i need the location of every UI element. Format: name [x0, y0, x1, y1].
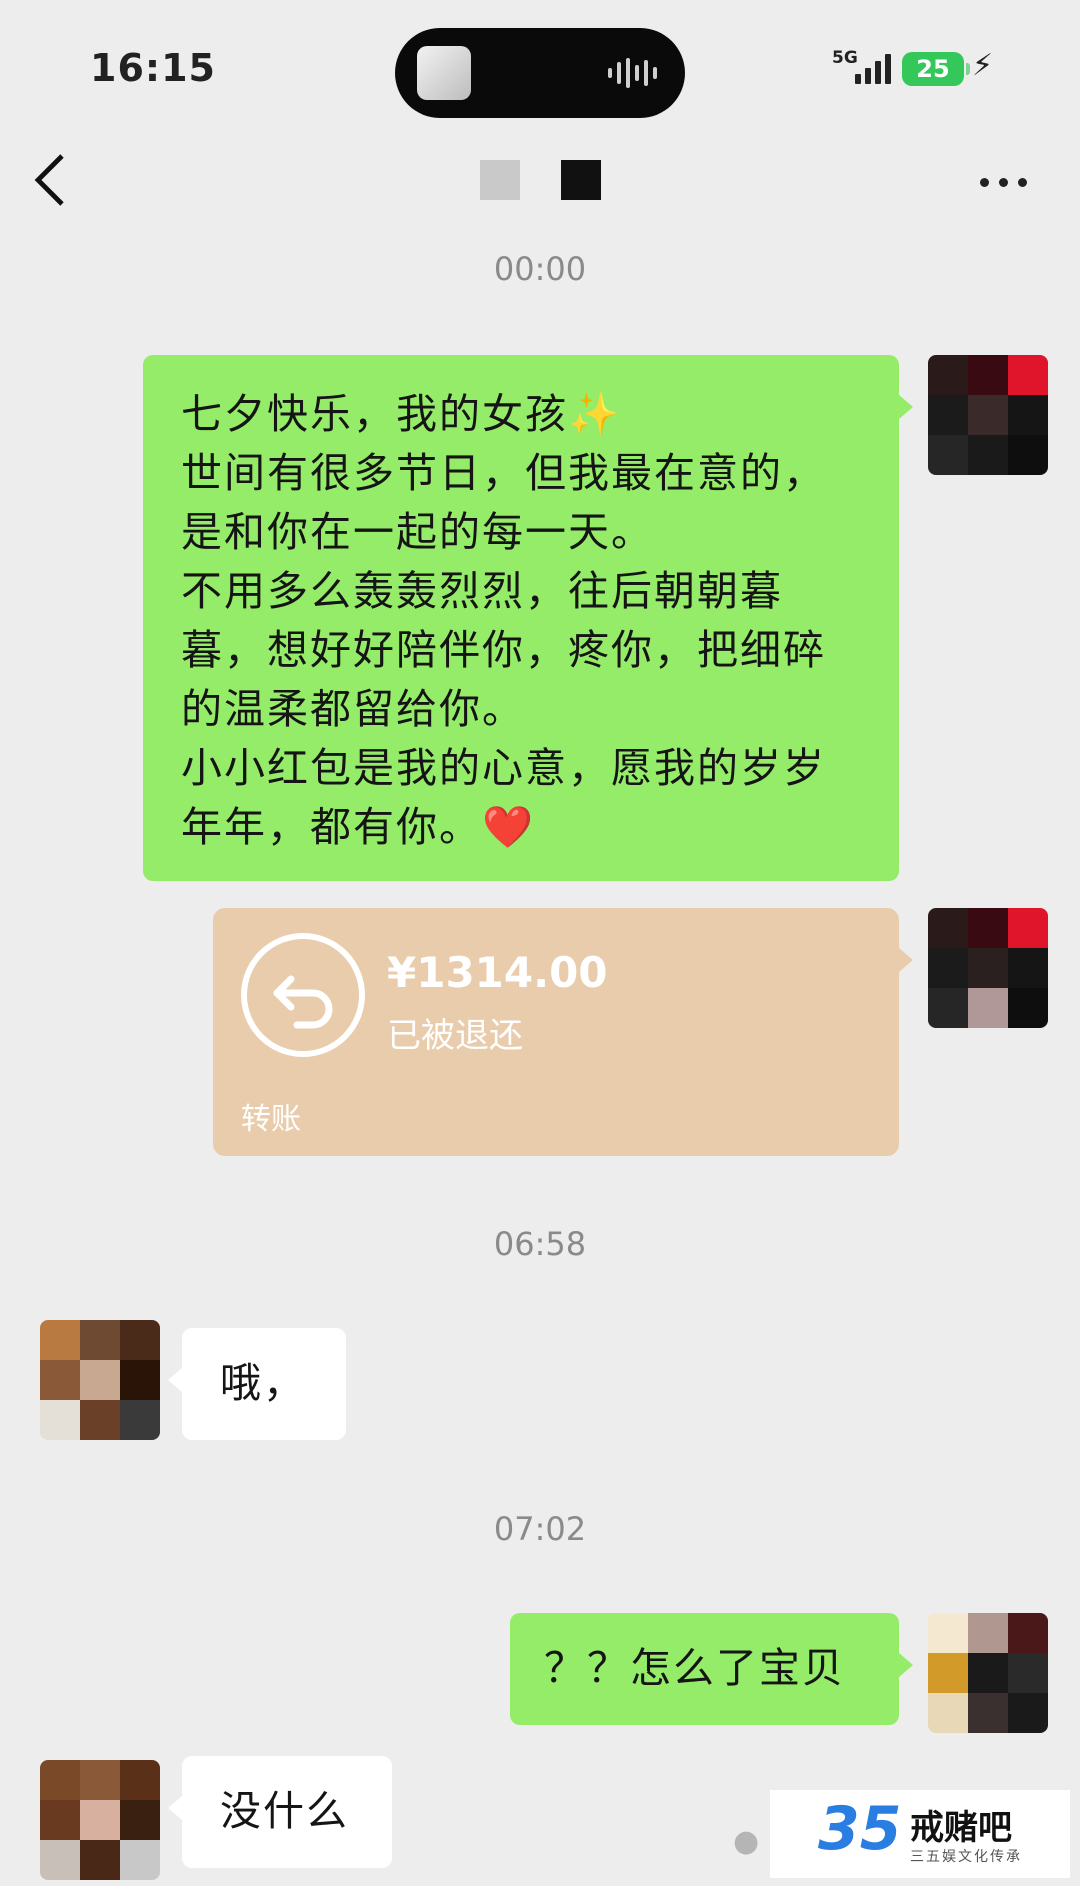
message-timestamp: 06:58 — [493, 1225, 587, 1263]
network-type: 5G — [832, 48, 858, 68]
sent-message-bubble[interactable]: ？？怎么了宝贝 — [510, 1613, 913, 1725]
transfer-card[interactable]: ¥1314.00 已被退还 转账 — [213, 908, 913, 1156]
watermark-subtitle: 三五娱文化传承 — [910, 1849, 1022, 1865]
more-button[interactable] — [980, 170, 1040, 194]
contact-avatar[interactable] — [40, 1320, 160, 1440]
battery-level: 25 — [902, 52, 964, 86]
audio-wave-icon — [608, 58, 657, 88]
refund-arrow-icon — [241, 933, 365, 1057]
received-message-bubble[interactable]: 没什么 — [168, 1756, 392, 1868]
transfer-label: 转账 — [241, 1102, 301, 1137]
message-text: 没什么 — [220, 1787, 349, 1835]
sent-message-bubble[interactable]: 七夕快乐，我的女孩✨ 世间有很多节日，但我最在意的， 是和你在一起的每一天。 不… — [143, 355, 913, 881]
message-text: 七夕快乐，我的女孩✨ 世间有很多节日，但我最在意的， 是和你在一起的每一天。 不… — [181, 390, 826, 851]
transfer-amount: ¥1314.00 — [387, 948, 608, 997]
more-dots-icon — [980, 177, 989, 187]
my-avatar[interactable] — [928, 908, 1048, 1028]
my-avatar[interactable] — [928, 1613, 1048, 1733]
back-button[interactable] — [30, 152, 90, 212]
contact-name-redacted — [480, 160, 520, 200]
transfer-status: 已被退还 — [387, 1016, 523, 1056]
now-playing-artwork — [417, 46, 471, 100]
charging-icon: ⚡ — [972, 48, 994, 83]
message-text: 哦， — [220, 1359, 306, 1407]
contact-avatar[interactable] — [40, 1760, 160, 1880]
message-timestamp: 07:02 — [493, 1510, 587, 1548]
received-message-bubble[interactable]: 哦， — [168, 1328, 346, 1440]
contact-name-redacted — [561, 160, 601, 200]
status-time: 16:15 — [90, 46, 216, 90]
message-timestamp: 00:00 — [493, 250, 587, 288]
signal-icon — [855, 52, 891, 84]
watermark-logo: 35 — [818, 1794, 902, 1864]
watermark-name: 戒赌吧 — [910, 1808, 1012, 1848]
battery-icon — [966, 63, 970, 75]
my-avatar[interactable] — [928, 355, 1048, 475]
dynamic-island[interactable] — [395, 28, 685, 118]
chevron-left-icon — [34, 154, 64, 206]
wechat-icon: ● — [733, 1824, 760, 1859]
watermark: 35 戒赌吧 三五娱文化传承 — [770, 1790, 1070, 1878]
message-text: ？？怎么了宝贝 — [544, 1644, 845, 1692]
